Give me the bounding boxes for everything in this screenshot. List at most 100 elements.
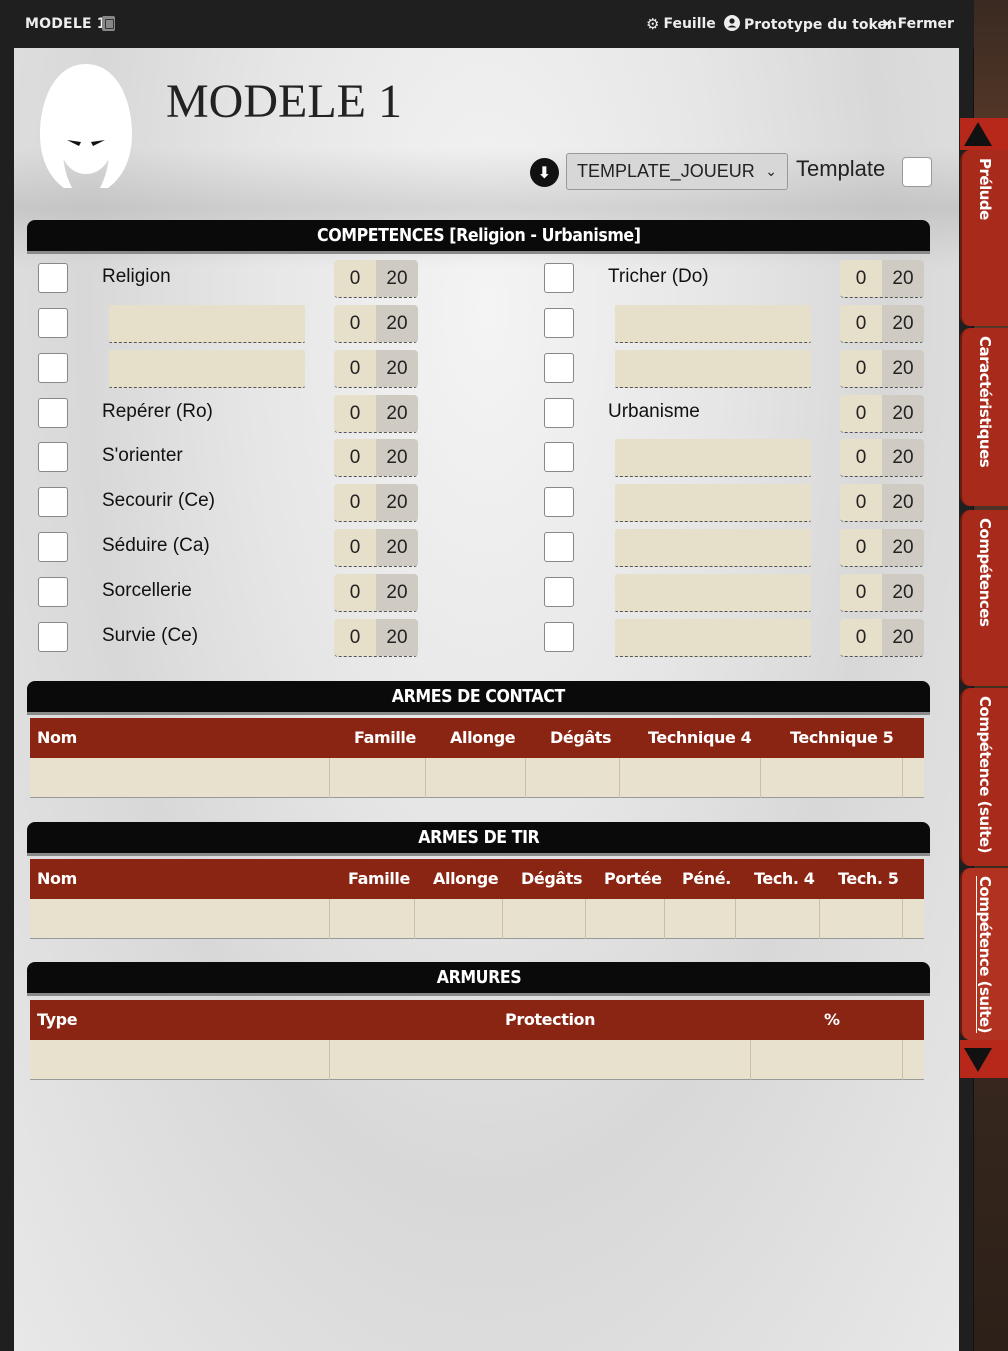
template-select[interactable]: TEMPLATE_JOUEUR ⌄ (566, 153, 788, 190)
skill-checkbox[interactable] (38, 442, 68, 472)
table-row[interactable] (30, 899, 924, 939)
skill-value-input[interactable]: 0 (840, 574, 882, 611)
skill-checkbox[interactable] (38, 532, 68, 562)
token-prototype-button[interactable]: Prototype du token (724, 15, 897, 35)
skill-name-input[interactable] (615, 350, 811, 388)
ranged-section-title: ARMES DE TIR (27, 822, 930, 856)
skill-checkbox[interactable] (38, 622, 68, 652)
skill-value-input[interactable]: 0 (334, 619, 376, 656)
skill-value-input[interactable]: 0 (840, 395, 882, 432)
gear-icon: ⚙ (646, 15, 660, 33)
skill-value-input[interactable]: 0 (840, 529, 882, 566)
skill-checkbox[interactable] (544, 622, 574, 652)
tab-scroll-down-icon[interactable] (960, 1040, 1008, 1078)
skill-name-input[interactable] (615, 439, 811, 477)
download-icon[interactable]: ⬇ (530, 158, 559, 187)
skill-label: Urbanisme (608, 401, 700, 422)
skill-score: 0 20 (840, 484, 924, 522)
skill-value-input[interactable]: 0 (334, 574, 376, 611)
tab-skills-continued-active[interactable]: Compétence (suite) (960, 868, 1008, 1040)
skill-checkbox[interactable] (544, 308, 574, 338)
skill-max-value: 20 (882, 574, 924, 611)
skill-score: 0 20 (334, 574, 418, 612)
character-name[interactable]: MODELE 1 (166, 74, 402, 129)
skill-value-input[interactable]: 0 (840, 439, 882, 476)
skill-score: 0 20 (840, 305, 924, 343)
skill-name-input[interactable] (109, 305, 305, 343)
skill-name-input[interactable] (615, 529, 811, 567)
skill-checkbox[interactable] (544, 532, 574, 562)
skill-score: 0 20 (334, 484, 418, 522)
skill-value-input[interactable]: 0 (840, 484, 882, 521)
skill-checkbox[interactable] (544, 577, 574, 607)
skill-max-value: 20 (882, 439, 924, 476)
skill-score: 0 20 (840, 260, 924, 298)
skill-checkbox[interactable] (38, 398, 68, 428)
tab-scroll-up-icon[interactable] (960, 118, 1008, 150)
tab-characteristics[interactable]: Caractéristiques (960, 328, 1008, 506)
skill-checkbox[interactable] (544, 442, 574, 472)
skill-max-value: 20 (376, 305, 418, 342)
tab-skills-continued[interactable]: Compétence (suite) (960, 688, 1008, 866)
skill-score: 0 20 (840, 439, 924, 477)
sheet-button[interactable]: ⚙ Feuille (646, 15, 716, 33)
skill-checkbox[interactable] (38, 308, 68, 338)
template-label: Template (796, 156, 886, 181)
skill-value-input[interactable]: 0 (334, 484, 376, 521)
skill-name-input[interactable] (615, 484, 811, 522)
template-checkbox[interactable] (902, 157, 932, 187)
table-row[interactable] (30, 1040, 924, 1080)
ranged-table-header: Nom Famille Allonge Dégâts Portée Péné. … (30, 859, 924, 899)
skill-score: 0 20 (334, 619, 418, 657)
skill-name-input[interactable] (615, 574, 811, 612)
skill-value-input[interactable]: 0 (334, 260, 376, 297)
skill-value-input[interactable]: 0 (840, 619, 882, 656)
skill-score: 0 20 (840, 619, 924, 657)
skill-max-value: 20 (376, 484, 418, 521)
skill-name-input[interactable] (615, 305, 811, 343)
skill-checkbox[interactable] (544, 263, 574, 293)
skill-score: 0 20 (334, 439, 418, 477)
skill-label: Repérer (Ro) (102, 401, 213, 422)
skill-checkbox[interactable] (38, 263, 68, 293)
skill-checkbox[interactable] (38, 353, 68, 383)
skill-name-input[interactable] (109, 350, 305, 388)
skill-value-input[interactable]: 0 (334, 529, 376, 566)
melee-section-title: ARMES DE CONTACT (27, 681, 930, 715)
skill-checkbox[interactable] (544, 398, 574, 428)
skill-value-input[interactable]: 0 (840, 305, 882, 342)
skill-max-value: 20 (376, 574, 418, 611)
tab-skills[interactable]: Compétences (960, 510, 1008, 686)
skill-value-input[interactable]: 0 (334, 395, 376, 432)
skill-checkbox[interactable] (544, 353, 574, 383)
skill-max-value: 20 (882, 484, 924, 521)
table-row[interactable] (30, 758, 924, 798)
tab-prelude[interactable]: Prélude (960, 150, 1008, 326)
skill-value-input[interactable]: 0 (334, 439, 376, 476)
skill-max-value: 20 (376, 395, 418, 432)
skill-value-input[interactable]: 0 (334, 350, 376, 387)
close-button[interactable]: ✕ Fermer (881, 15, 954, 33)
skill-score: 0 20 (840, 350, 924, 388)
skill-max-value: 20 (376, 350, 418, 387)
column-header: Technique 4 (648, 728, 752, 747)
skill-value-input[interactable]: 0 (840, 350, 882, 387)
column-header: Type (37, 1010, 78, 1029)
skill-max-value: 20 (376, 529, 418, 566)
window-titlebar[interactable]: MODELE 1 ⚙ Feuille Prototype du token ✕ … (0, 0, 974, 48)
sheet-window: MODELE 1 ⚙ Feuille Prototype du token ✕ … (0, 0, 974, 1351)
column-header: Nom (37, 728, 77, 747)
skill-max-value: 20 (376, 260, 418, 297)
skill-max-value: 20 (376, 619, 418, 656)
hooded-figure-avatar[interactable] (34, 62, 138, 190)
skill-value-input[interactable]: 0 (840, 260, 882, 297)
skill-checkbox[interactable] (544, 487, 574, 517)
skill-label: Sorcellerie (102, 580, 192, 601)
skill-checkbox[interactable] (38, 577, 68, 607)
skills-section-title: COMPETENCES [Religion - Urbanisme] (27, 220, 930, 254)
skill-checkbox[interactable] (38, 487, 68, 517)
skill-score: 0 20 (840, 529, 924, 567)
skill-name-input[interactable] (615, 619, 811, 657)
skill-value-input[interactable]: 0 (334, 305, 376, 342)
skill-label: Secourir (Ce) (102, 490, 215, 511)
